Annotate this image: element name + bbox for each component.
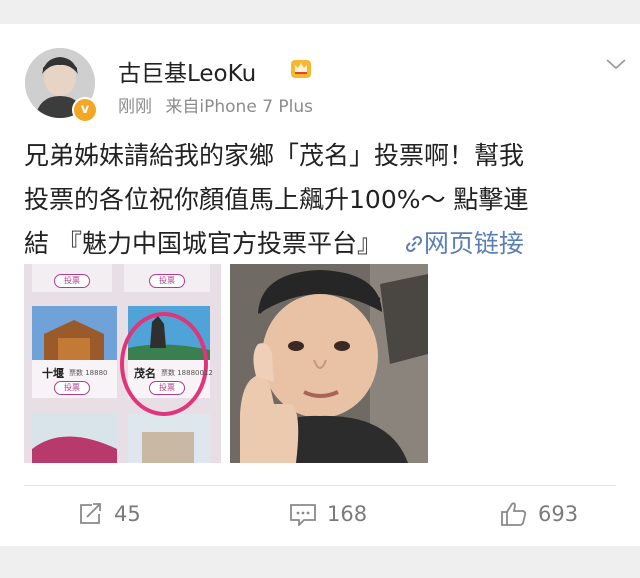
like-button[interactable]: 693 [500, 494, 578, 534]
verified-badge: v [72, 97, 98, 123]
weibo-post-card: v 古巨基LeoKu 刚刚 来自iPhone 7 Plus 兄弟姊妹請給我的家鄉… [0, 24, 640, 546]
vote-count-right: 票数 18880012 [161, 369, 213, 377]
crown-icon [291, 60, 311, 78]
vote-button: 投票 [149, 274, 185, 288]
city-label-left: 十堰 [42, 367, 64, 380]
comment-icon [290, 504, 316, 526]
post-image-voting-page[interactable]: 投票 投票 十堰 票数 18880 投票 茂名 票数 18880012 投票 [24, 264, 221, 463]
chevron-down-icon[interactable] [604, 56, 628, 72]
repost-button[interactable]: 45 [78, 494, 141, 534]
like-count: 693 [538, 502, 579, 526]
repost-icon [80, 503, 101, 524]
link-icon[interactable] [396, 229, 424, 258]
post-time: 刚刚 [118, 97, 152, 117]
vote-button: 投票 [149, 381, 185, 395]
vote-button: 投票 [54, 274, 90, 288]
username[interactable]: 古巨基LeoKu [118, 54, 256, 88]
post-source: 来自iPhone 7 Plus [165, 97, 314, 117]
web-link[interactable]: 网页链接 [424, 229, 524, 258]
post-text-line: 結 『魅力中国城官方投票平台』 网页链接 [24, 222, 624, 266]
thumbs-up-icon [501, 502, 527, 526]
post-image-selfie[interactable] [230, 264, 428, 463]
post-text-line: 投票的各位祝你顏值馬上飆升100%～ 點擊連 [24, 185, 529, 214]
city-label-right: 茂名 [134, 367, 156, 380]
actions-divider [24, 485, 616, 486]
vote-count-left: 票数 18880 [69, 369, 108, 377]
post-text-line3: 結 『魅力中国城官方投票平台』 [24, 229, 382, 258]
comment-button[interactable]: 168 [289, 494, 367, 534]
comment-count: 168 [327, 502, 368, 526]
vote-button: 投票 [54, 381, 90, 395]
repost-count: 45 [114, 502, 141, 526]
post-text: 兄弟姊妹請給我的家鄉「茂名」投票啊！幫我 投票的各位祝你顏值馬上飆升100%～ … [24, 134, 624, 266]
post-text-line: 兄弟姊妹請給我的家鄉「茂名」投票啊！幫我 [24, 141, 525, 170]
post-meta: 刚刚 来自iPhone 7 Plus [118, 92, 313, 117]
